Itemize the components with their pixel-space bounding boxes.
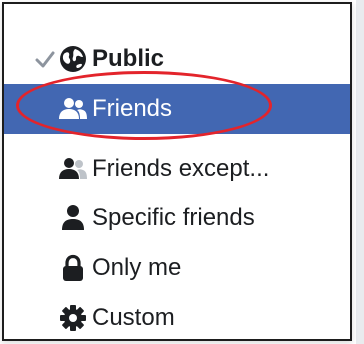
background-page — [356, 0, 364, 344]
gear-icon — [60, 305, 86, 331]
menu-item-label: Specific friends — [92, 204, 255, 231]
menu-item-friends[interactable]: Friends — [4, 84, 350, 134]
menu-item-friends-except[interactable]: Friends except... — [4, 144, 350, 194]
menu-item-only-me[interactable]: Only me — [4, 243, 350, 293]
friends-except-icon — [59, 158, 87, 179]
menu-item-label: Only me — [92, 254, 182, 281]
person-icon — [62, 205, 84, 230]
screen: Public Friends Friends except... Specifi… — [0, 0, 364, 344]
menu-item-label: Friends except... — [92, 155, 270, 182]
checkmark-icon — [35, 51, 55, 68]
globe-icon — [60, 46, 86, 72]
audience-selector-menu: Public Friends Friends except... Specifi… — [2, 2, 352, 341]
menu-item-label: Custom — [92, 304, 175, 331]
menu-item-label: Public — [92, 45, 165, 72]
menu-item-custom[interactable]: Custom — [4, 293, 350, 343]
friends-icon — [59, 98, 87, 119]
lock-icon — [63, 254, 83, 281]
menu-item-public[interactable]: Public — [4, 34, 350, 84]
menu-item-label: Friends — [92, 95, 173, 122]
menu-item-specific-friends[interactable]: Specific friends — [4, 193, 350, 243]
